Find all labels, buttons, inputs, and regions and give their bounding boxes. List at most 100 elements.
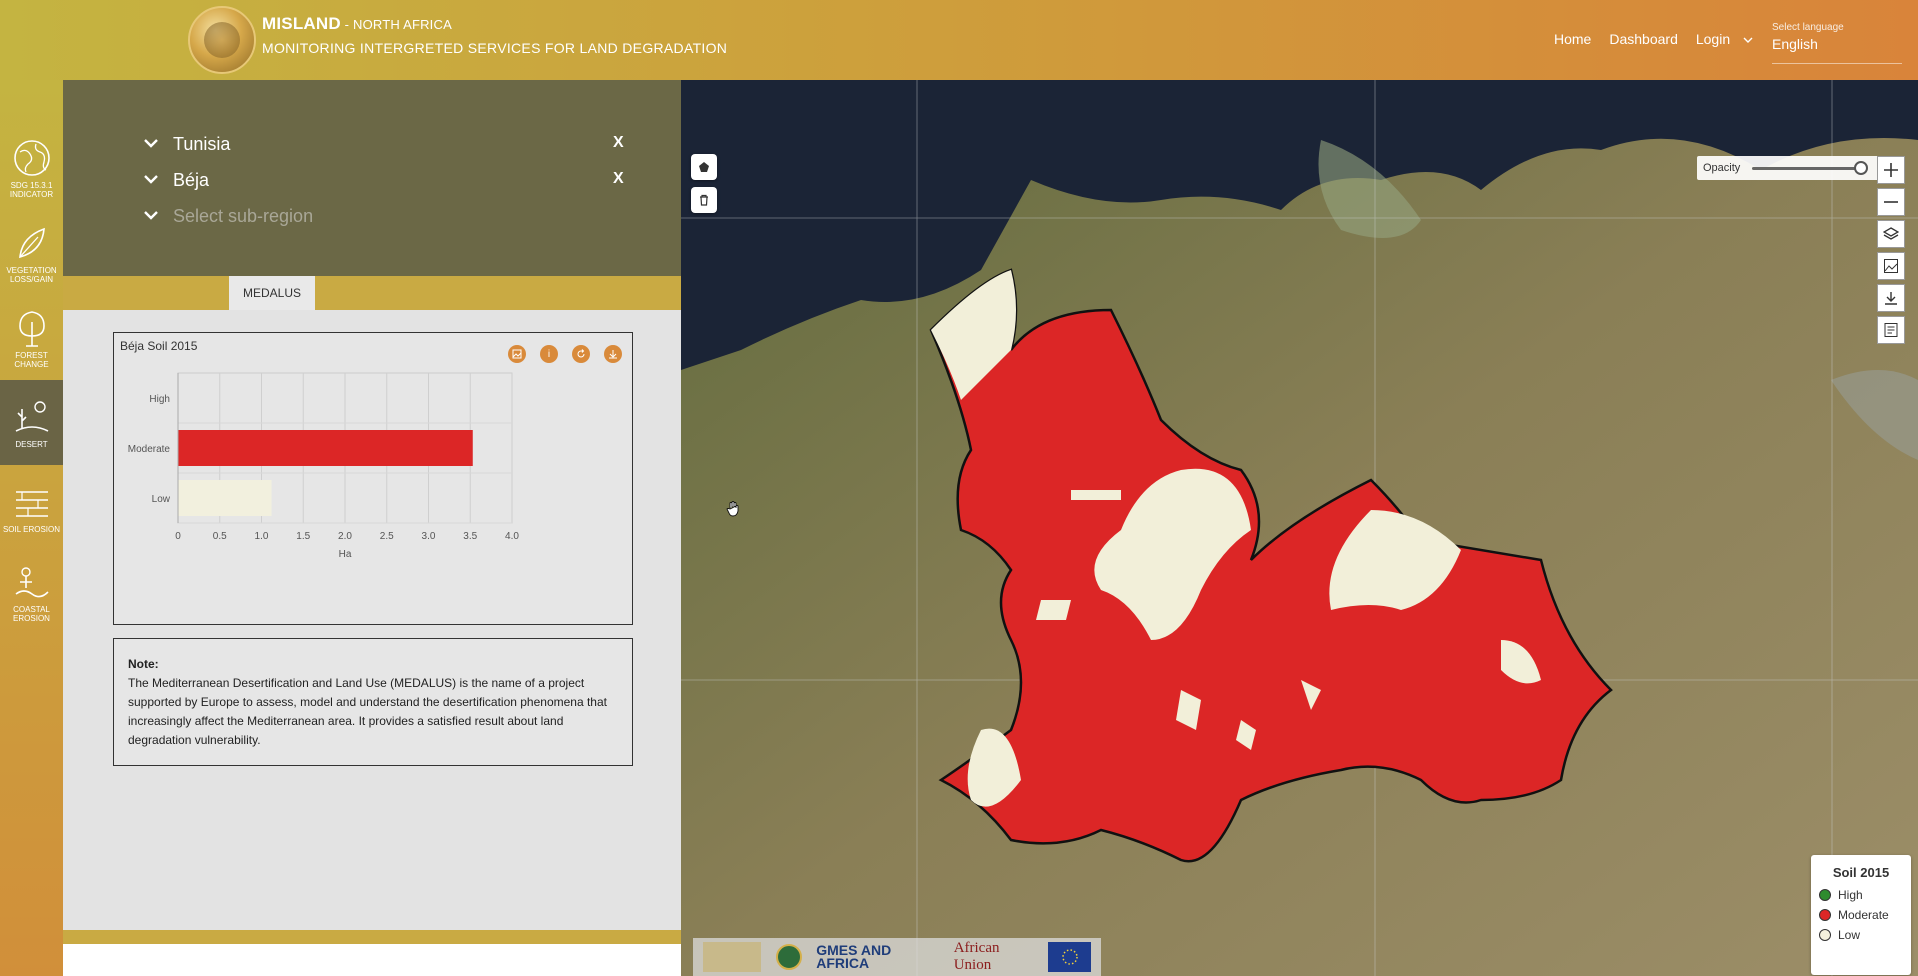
partner-logo-seal xyxy=(771,942,806,972)
country-value: Tunisia xyxy=(173,134,231,154)
chart-x-tick-label: 2.5 xyxy=(380,531,394,542)
brand-name: MISLAND - NORTH AFRICA xyxy=(262,14,452,33)
plus-icon xyxy=(1884,163,1898,177)
layers-icon xyxy=(1883,227,1899,240)
chart-x-tick-label: 2.0 xyxy=(338,531,352,542)
chart-card: Béja Soil 2015 i 0 0.5 1.0 1.5 2.0 2.5 3.0 3.5 4… xyxy=(113,332,633,625)
country-select[interactable]: Tunisia xyxy=(143,134,230,155)
image-icon xyxy=(1884,259,1898,273)
desert-icon xyxy=(15,400,48,432)
chart-x-tick-label: 3.5 xyxy=(463,531,477,542)
module-rail: SDG 15.3.1 INDICATOR VEGETATION LOSS/GAI… xyxy=(0,80,63,976)
minus-icon xyxy=(1884,201,1898,203)
panel-footer-strip xyxy=(63,930,681,944)
opacity-slider-thumb[interactable] xyxy=(1854,160,1869,175)
rail-item-desert[interactable]: DESERT xyxy=(0,380,63,465)
document-icon xyxy=(1884,323,1898,337)
soil-icon xyxy=(15,490,48,517)
globe-icon xyxy=(13,140,50,176)
rail-label-sdg: SDG 15.3.1 INDICATOR xyxy=(9,181,54,199)
language-value: English xyxy=(1772,36,1818,52)
legend-swatch xyxy=(1819,889,1831,901)
rail-item-sdg[interactable]: SDG 15.3.1 INDICATOR xyxy=(0,126,63,211)
legend-item-low: Low xyxy=(1819,928,1903,942)
language-chevron-icon[interactable] xyxy=(1742,34,1754,46)
legend-title: Soil 2015 xyxy=(1832,865,1890,880)
chart-category-label: High xyxy=(149,394,170,405)
partner-logo-eu xyxy=(1048,942,1091,972)
legend-label: High xyxy=(1838,888,1863,902)
delete-drawing-button[interactable] xyxy=(691,187,717,213)
note-box: Note: The Mediterranean Desertification … xyxy=(113,638,633,766)
map-view[interactable]: Opacity Soil 2015 High Moderate Low GMES… xyxy=(681,80,1918,976)
top-nav: Home Dashboard Login xyxy=(1554,31,1730,47)
rail-label-coastal: COASTAL EROSION xyxy=(13,605,50,623)
rail-label-forest: FOREST CHANGE xyxy=(14,351,49,369)
chart-x-axis-label: Ha xyxy=(339,549,352,560)
download-map-button[interactable] xyxy=(1877,284,1905,312)
tab-medalus[interactable]: MEDALUS xyxy=(229,276,315,310)
polygon-icon xyxy=(699,162,709,172)
subregion-select[interactable]: Select sub-region xyxy=(143,206,313,227)
eu-flag-icon xyxy=(1061,949,1078,965)
soil-bar-chart: 0 0.5 1.0 1.5 2.0 2.5 3.0 3.5 4.0 High Moderate Low… xyxy=(128,372,519,560)
clear-region-button[interactable]: X xyxy=(613,170,624,188)
rail-item-coastal[interactable]: COASTAL EROSION xyxy=(0,550,63,635)
chart-x-tick-label: 1.0 xyxy=(255,531,269,542)
nav-dashboard[interactable]: Dashboard xyxy=(1609,31,1678,47)
chevron-down-icon xyxy=(143,136,159,153)
chart-x-tick-label: 1.5 xyxy=(296,531,310,542)
chart-bar-low xyxy=(178,480,272,516)
legend-label: Low xyxy=(1838,928,1861,942)
note-title: Note: xyxy=(128,657,159,671)
basemap-button[interactable] xyxy=(1877,252,1905,280)
chart-bar-moderate xyxy=(178,430,473,466)
zoom-out-button[interactable] xyxy=(1877,188,1905,216)
panel-footer xyxy=(63,944,681,976)
legend-swatch xyxy=(1819,909,1831,921)
note-body: The Mediterranean Desertification and La… xyxy=(128,676,607,747)
region-select[interactable]: Béja xyxy=(143,170,209,191)
opacity-control: Opacity xyxy=(1697,156,1879,180)
chart-category-label: Low xyxy=(152,494,171,505)
language-select[interactable]: Select language English xyxy=(1772,22,1902,64)
chevron-down-icon xyxy=(143,172,159,189)
clear-country-button[interactable]: X xyxy=(613,134,624,152)
zoom-in-button[interactable] xyxy=(1877,156,1905,184)
nav-login[interactable]: Login xyxy=(1696,31,1730,47)
legend-item-high: High xyxy=(1819,888,1903,902)
hand-cursor-icon xyxy=(726,501,739,517)
report-button[interactable] xyxy=(1877,316,1905,344)
panel-content: Béja Soil 2015 i 0 0.5 1.0 1.5 2.0 2.5 3.0 3.5 4… xyxy=(63,310,681,930)
nav-home[interactable]: Home xyxy=(1554,31,1591,47)
rail-label-desert: DESERT xyxy=(15,439,48,449)
brand-region: - NORTH AFRICA xyxy=(340,17,452,32)
satellite-basemap xyxy=(681,80,1918,976)
rail-item-forest[interactable]: FOREST CHANGE xyxy=(0,296,63,381)
rail-label-vegetation: VEGETATION LOSS/GAIN xyxy=(6,266,57,284)
language-label: Select language xyxy=(1772,22,1844,33)
region-selector: Tunisia X Béja X Select sub-region xyxy=(63,80,681,276)
chart-x-tick-label: 0 xyxy=(175,531,181,542)
partner-african-union: African Union xyxy=(953,940,1000,973)
rail-label-soil: SOIL EROSION xyxy=(2,524,61,534)
misland-logo[interactable] xyxy=(188,6,256,74)
rail-item-vegetation[interactable]: VEGETATION LOSS/GAIN xyxy=(0,211,63,296)
chevron-down-icon xyxy=(143,208,159,225)
legend-item-moderate: Moderate xyxy=(1819,908,1903,922)
rail-item-soil[interactable]: SOIL EROSION xyxy=(0,465,63,550)
brand-tagline: MONITORING INTERGRETED SERVICES FOR LAND… xyxy=(262,40,728,56)
chart-x-tick-label: 0.5 xyxy=(213,531,227,542)
region-value: Béja xyxy=(173,170,210,190)
legend-label: Moderate xyxy=(1838,908,1889,922)
map-controls xyxy=(1877,156,1905,344)
draw-polygon-button[interactable] xyxy=(691,154,717,180)
partner-logo-africa xyxy=(703,942,762,972)
leaf-icon xyxy=(18,227,45,259)
chart-category-label: Moderate xyxy=(128,444,171,455)
partner-logos: GMES AND AFRICA African Union xyxy=(693,938,1101,976)
coast-icon xyxy=(15,567,49,598)
opacity-slider[interactable] xyxy=(1752,160,1869,175)
app-header: MISLAND - NORTH AFRICA MONITORING INTERG… xyxy=(0,0,1918,80)
layers-button[interactable] xyxy=(1877,220,1905,248)
